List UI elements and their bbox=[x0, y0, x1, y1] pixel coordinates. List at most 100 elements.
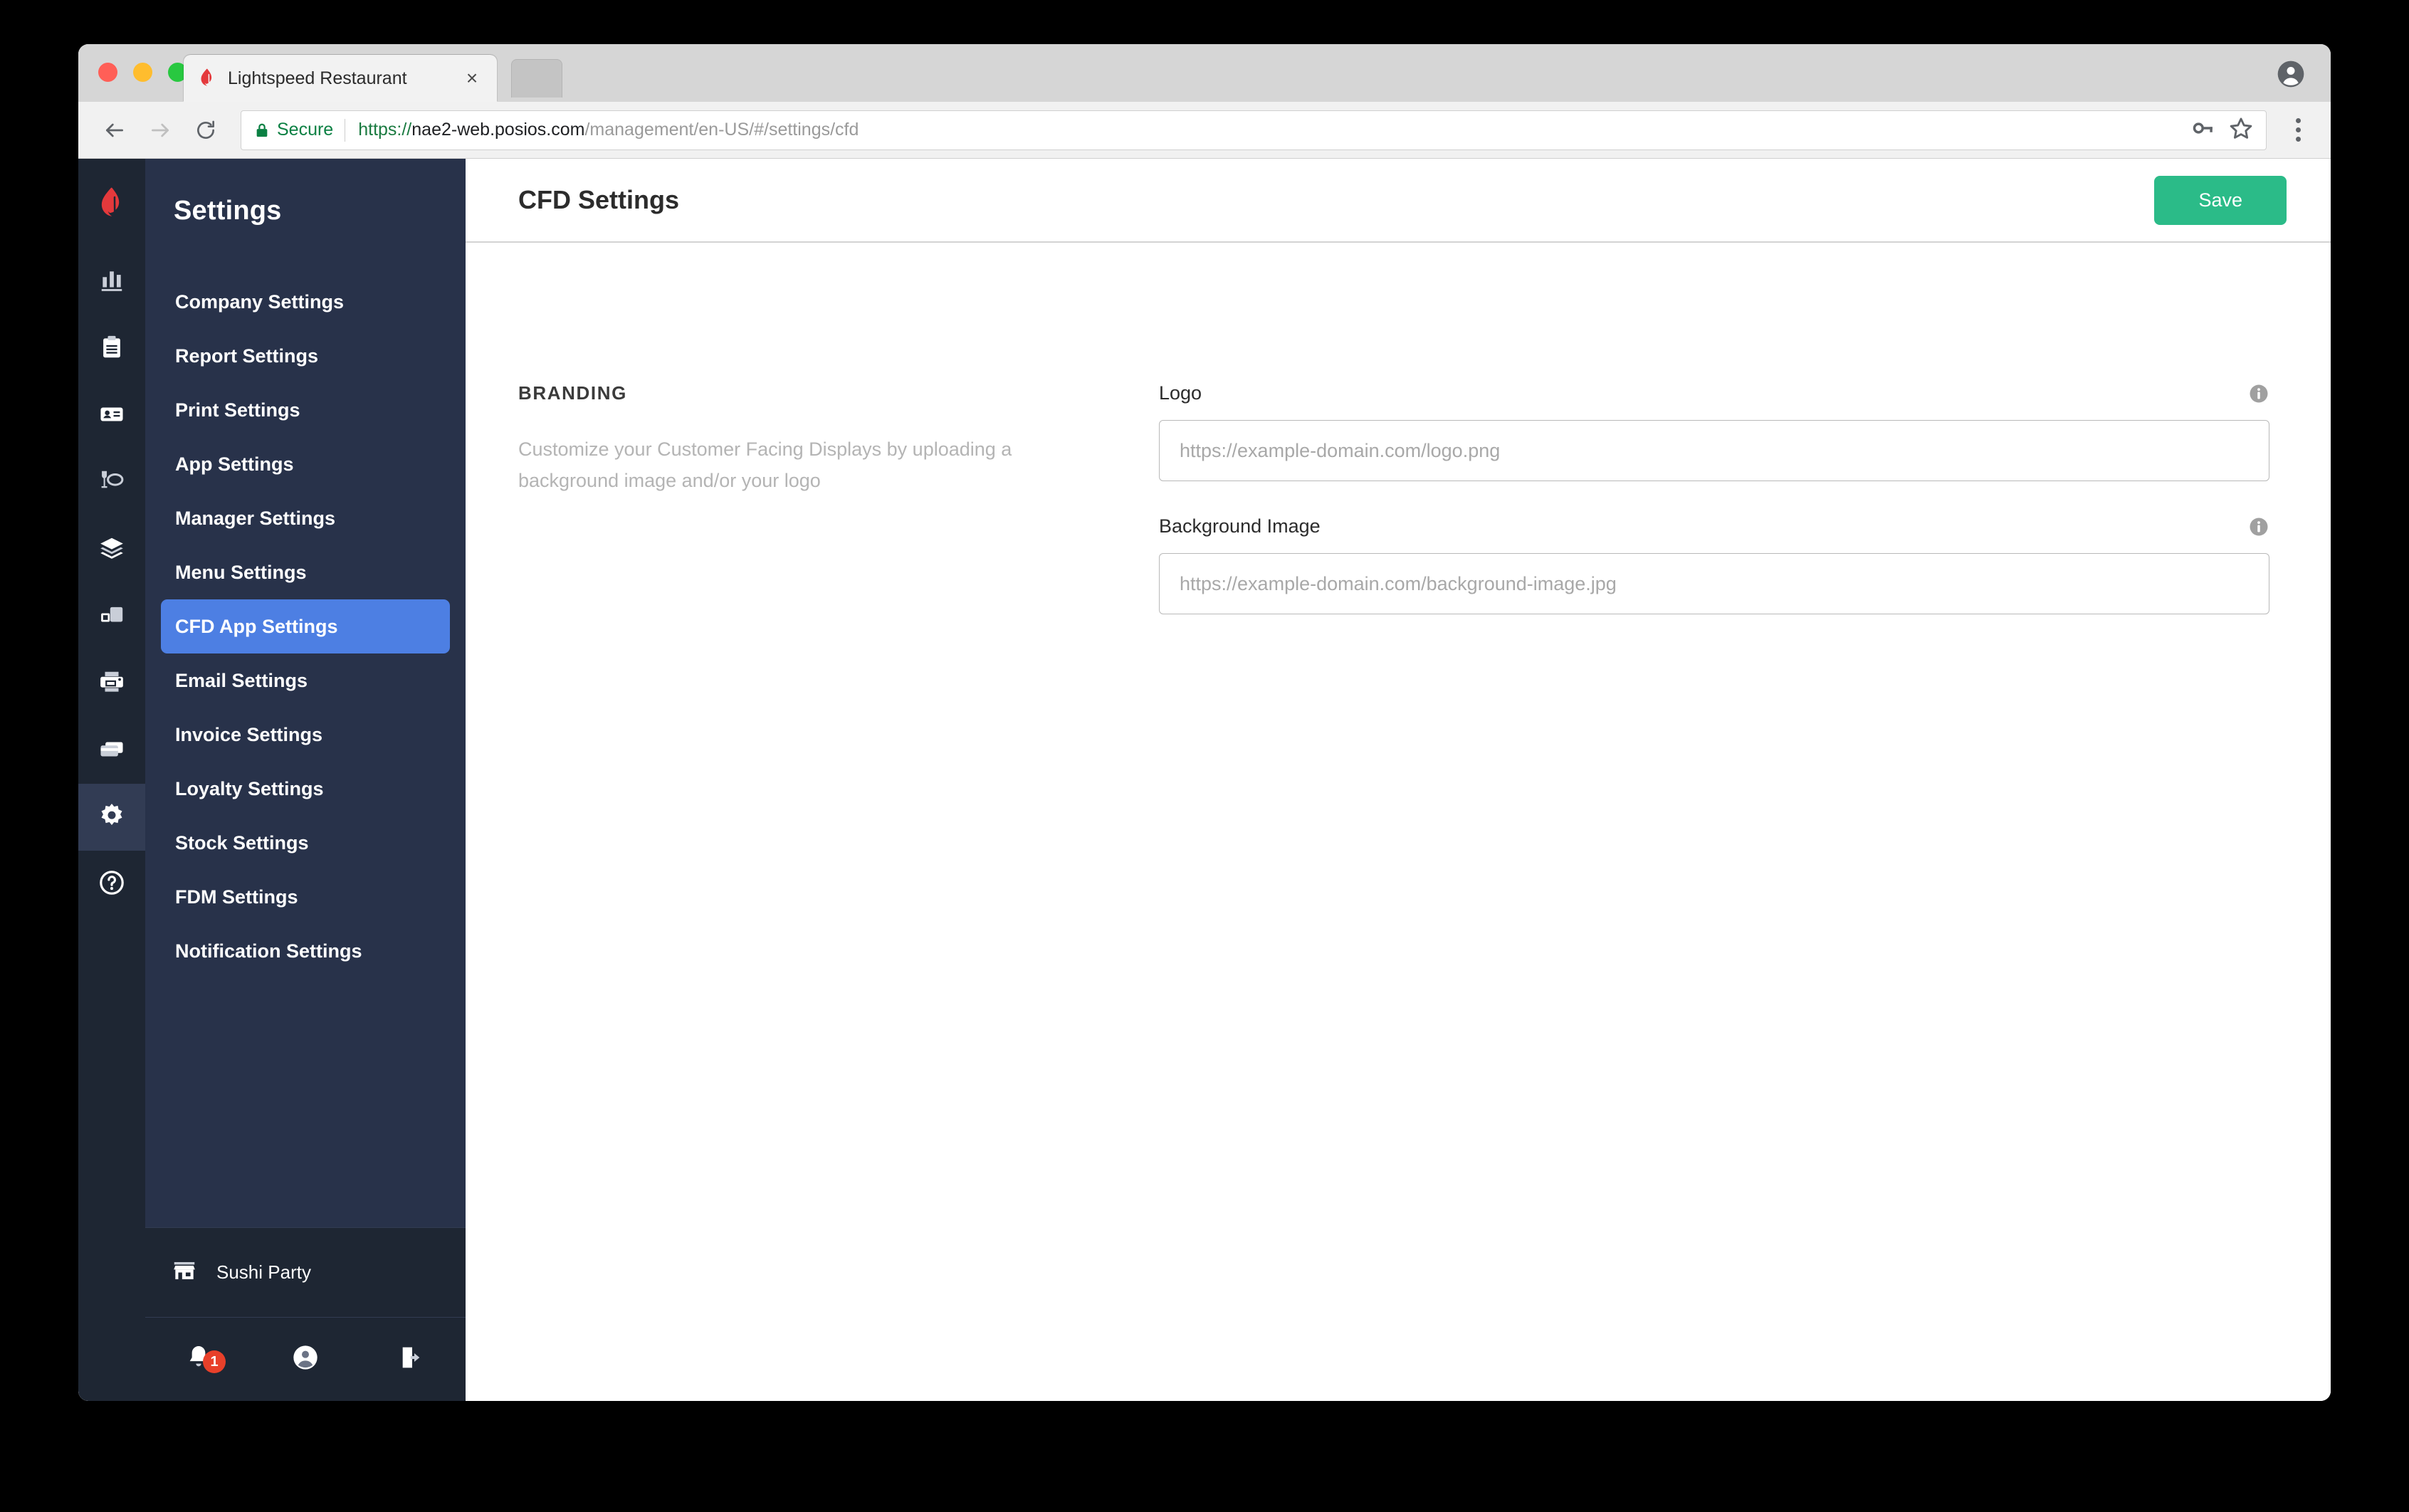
background-image-field-head: Background Image bbox=[1159, 515, 2269, 537]
browser-tab[interactable]: Lightspeed Restaurant × bbox=[184, 55, 497, 102]
background-tab[interactable] bbox=[511, 59, 562, 98]
sidebar-item-app-settings[interactable]: App Settings bbox=[161, 437, 450, 491]
branding-fields: Logo https://example-domain.com/logo.png… bbox=[1159, 382, 2269, 649]
sidebar-item-label: Manager Settings bbox=[175, 507, 336, 529]
sidebar-item-label: App Settings bbox=[175, 453, 294, 475]
tab-title: Lightspeed Restaurant bbox=[228, 68, 407, 88]
rail-item-email[interactable] bbox=[78, 717, 145, 784]
sidebar-item-label: Company Settings bbox=[175, 290, 345, 313]
minimize-window-button[interactable] bbox=[133, 63, 152, 82]
info-icon[interactable] bbox=[2248, 383, 2269, 404]
sidebar-item-invoice-settings[interactable]: Invoice Settings bbox=[161, 708, 450, 762]
sidebar-item-print-settings[interactable]: Print Settings bbox=[161, 383, 450, 437]
settings-sidebar: Settings Company Settings Report Setting… bbox=[145, 159, 466, 1401]
bar-chart-icon bbox=[98, 267, 125, 298]
info-icon[interactable] bbox=[2248, 516, 2269, 537]
rail-item-manager[interactable] bbox=[78, 516, 145, 583]
sidebar-item-email-settings[interactable]: Email Settings bbox=[161, 653, 450, 708]
rail-item-invoice[interactable] bbox=[78, 784, 145, 851]
printer-icon bbox=[98, 668, 125, 699]
logout-button[interactable] bbox=[359, 1343, 466, 1375]
settings-nav: Company Settings Report Settings Print S… bbox=[145, 275, 466, 978]
sidebar-item-label: Print Settings bbox=[175, 399, 300, 421]
rail-item-cfd[interactable] bbox=[78, 650, 145, 717]
layers-icon bbox=[98, 535, 125, 565]
rail-item-menu[interactable] bbox=[78, 583, 145, 650]
sidebar-item-report-settings[interactable]: Report Settings bbox=[161, 329, 450, 383]
section-heading: BRANDING bbox=[518, 382, 627, 404]
sidebar-item-label: Invoice Settings bbox=[175, 723, 323, 745]
three-dots-icon[interactable] bbox=[2282, 111, 2314, 149]
browser-window: Lightspeed Restaurant × Secure https://n… bbox=[78, 44, 2331, 1401]
settings-form: BRANDING Customize your Customer Facing … bbox=[466, 243, 2331, 1401]
notification-badge: 1 bbox=[203, 1350, 226, 1373]
key-icon[interactable] bbox=[2192, 117, 2215, 143]
store-icon bbox=[171, 1257, 198, 1288]
help-icon bbox=[98, 869, 125, 900]
logo-input[interactable] bbox=[1159, 420, 2269, 481]
sidebar-item-stock-settings[interactable]: Stock Settings bbox=[161, 816, 450, 870]
save-button[interactable]: Save bbox=[2154, 175, 2287, 225]
sidebar-item-label: Menu Settings bbox=[175, 561, 307, 583]
sidebar-item-menu-settings[interactable]: Menu Settings bbox=[161, 545, 450, 599]
sidebar-item-label: CFD App Settings bbox=[175, 615, 338, 637]
icon-rail bbox=[78, 159, 145, 1401]
rail-item-report[interactable] bbox=[78, 315, 145, 382]
branding-section: BRANDING Customize your Customer Facing … bbox=[466, 382, 2331, 649]
rail-item-print[interactable] bbox=[78, 382, 145, 449]
page-header: CFD Settings Save bbox=[466, 159, 2331, 243]
sidebar-item-company-settings[interactable]: Company Settings bbox=[161, 275, 450, 329]
store-name: Sushi Party bbox=[216, 1261, 311, 1283]
dining-icon bbox=[98, 468, 125, 498]
chrome-profile-icon[interactable] bbox=[2277, 60, 2305, 88]
sidebar-item-fdm-settings[interactable]: FDM Settings bbox=[161, 870, 450, 924]
star-icon[interactable] bbox=[2229, 116, 2253, 144]
sidebar-item-label: Notification Settings bbox=[175, 940, 362, 962]
logout-icon bbox=[398, 1343, 426, 1375]
url-text: https://nae2-web.posios.com/management/e… bbox=[358, 120, 859, 140]
sidebar-top: Settings Company Settings Report Setting… bbox=[145, 159, 466, 1227]
section-description: Customize your Customer Facing Displays … bbox=[518, 439, 1012, 491]
sidebar-item-notification-settings[interactable]: Notification Settings bbox=[161, 924, 450, 978]
close-icon[interactable]: × bbox=[460, 66, 484, 90]
background-image-label: Background Image bbox=[1159, 515, 1321, 537]
url-host: nae2-web.posios.com bbox=[411, 120, 585, 140]
sidebar-item-label: Email Settings bbox=[175, 669, 308, 691]
main-content: CFD Settings Save BRANDING Customize you… bbox=[466, 159, 2331, 1401]
reload-icon[interactable] bbox=[187, 111, 225, 149]
rail-item-loyalty[interactable] bbox=[78, 851, 145, 918]
sidebar-item-label: Stock Settings bbox=[175, 831, 309, 854]
window-controls bbox=[98, 63, 187, 82]
id-card-icon bbox=[98, 401, 125, 431]
lock-icon bbox=[254, 121, 270, 140]
sidebar-item-label: FDM Settings bbox=[175, 886, 298, 908]
card-icon bbox=[98, 735, 125, 766]
logo-field-head: Logo bbox=[1159, 382, 2269, 404]
background-image-input[interactable] bbox=[1159, 553, 2269, 614]
rail-item-company[interactable] bbox=[78, 248, 145, 315]
lightspeed-flame-icon bbox=[196, 68, 218, 89]
secure-label: Secure bbox=[277, 120, 334, 140]
sidebar-item-manager-settings[interactable]: Manager Settings bbox=[161, 491, 450, 545]
forward-arrow-icon[interactable] bbox=[141, 111, 179, 149]
close-window-button[interactable] bbox=[98, 63, 117, 82]
clipboard-icon bbox=[98, 334, 125, 364]
url-scheme: https:// bbox=[358, 120, 412, 140]
logo-field: Logo bbox=[1159, 382, 2269, 481]
store-selector[interactable]: Sushi Party bbox=[145, 1227, 466, 1317]
tab-strip: Lightspeed Restaurant × bbox=[78, 44, 2331, 102]
address-bar[interactable]: Secure https://nae2-web.posios.com/manag… bbox=[241, 110, 2267, 150]
app-body: Settings Company Settings Report Setting… bbox=[78, 159, 2331, 1401]
sidebar-item-loyalty-settings[interactable]: Loyalty Settings bbox=[161, 762, 450, 816]
sidebar-item-cfd-app-settings[interactable]: CFD App Settings bbox=[161, 599, 450, 653]
sidebar-item-label: Loyalty Settings bbox=[175, 777, 324, 799]
notifications-button[interactable]: 1 bbox=[145, 1343, 252, 1375]
sidebar-title: Settings bbox=[174, 196, 282, 226]
account-button[interactable] bbox=[252, 1343, 359, 1375]
user-circle-icon bbox=[291, 1343, 320, 1375]
background-image-field: Background Image bbox=[1159, 515, 2269, 614]
sidebar-footer: 1 bbox=[145, 1317, 466, 1401]
rail-item-app[interactable] bbox=[78, 449, 145, 516]
gear-icon bbox=[98, 802, 126, 834]
back-arrow-icon[interactable] bbox=[95, 111, 134, 149]
